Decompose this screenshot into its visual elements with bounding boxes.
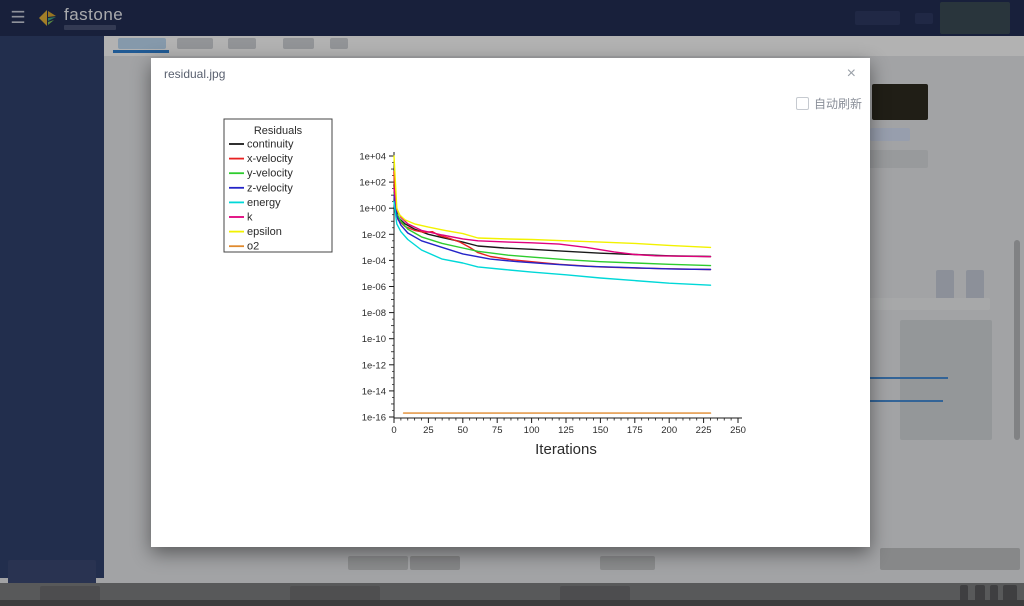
legend-label: continuity: [247, 139, 294, 151]
x-tick-label: 100: [524, 425, 540, 436]
y-tick-label: 1e+00: [359, 204, 386, 215]
series-x-velocity: [394, 172, 711, 270]
legend-label: k: [247, 212, 253, 224]
x-tick-label: 225: [696, 425, 712, 436]
y-tick-label: 1e+02: [359, 178, 386, 189]
x-tick-label: 50: [458, 425, 469, 436]
legend-label: epsilon: [247, 226, 282, 238]
legend-label: y-velocity: [247, 168, 293, 180]
image-preview-dialog: residual.jpg × 自动刷新 1e+041e+021e+001e-02…: [151, 58, 870, 547]
y-tick-label: 1e-16: [362, 413, 386, 424]
y-tick-label: 1e-08: [362, 308, 386, 319]
legend-title: Residuals: [254, 125, 303, 137]
residuals-chart: 1e+04 1e+02 1e+00 1e-02 1e-04 1e-06 1e-08 1e-10…: [151, 58, 870, 547]
series-epsilon: [394, 156, 711, 247]
y-tick-label: 1e-04: [362, 256, 386, 267]
x-tick-label: 0: [391, 425, 396, 436]
y-tick-label: 1e-02: [362, 230, 386, 241]
legend-label: x-velocity: [247, 153, 293, 165]
x-tick-label: 175: [627, 425, 643, 436]
legend-label: energy: [247, 197, 281, 209]
x-axis-title: Iterations: [535, 441, 597, 458]
x-tick-label: 75: [492, 425, 503, 436]
x-tick-label: 250: [730, 425, 746, 436]
y-tick-label: 1e+04: [359, 152, 386, 163]
legend-label: z-velocity: [247, 182, 293, 194]
x-tick-label: 125: [558, 425, 574, 436]
legend-label: o2: [247, 241, 259, 253]
x-tick-label: 200: [661, 425, 677, 436]
y-tick-label: 1e-06: [362, 282, 386, 293]
x-tick-label: 25: [423, 425, 434, 436]
y-tick-label: 1e-12: [362, 360, 386, 371]
screen: ☰ fastone: [0, 0, 1024, 606]
y-tick-label: 1e-14: [362, 386, 386, 397]
x-tick-label: 150: [592, 425, 608, 436]
y-tick-label: 1e-10: [362, 334, 386, 345]
